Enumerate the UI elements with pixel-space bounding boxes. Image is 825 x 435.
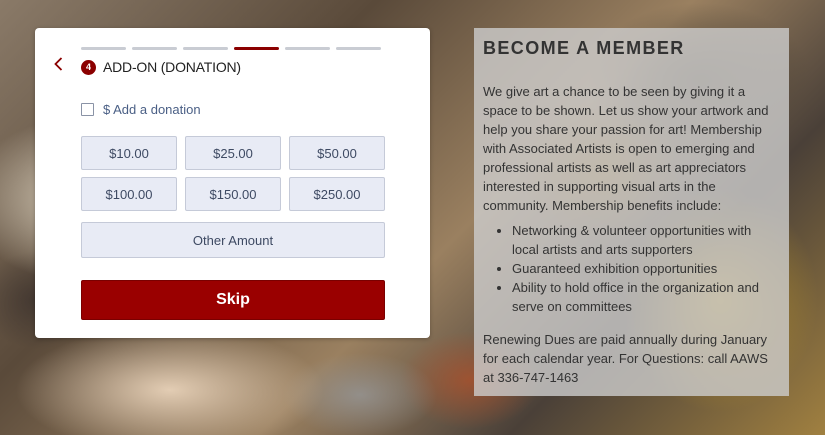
progress-segment-6 bbox=[336, 47, 381, 50]
add-donation-checkbox[interactable] bbox=[81, 103, 94, 116]
progress-segment-3 bbox=[183, 47, 228, 50]
chevron-left-icon bbox=[54, 57, 63, 71]
step-header: 4 ADD-ON (DONATION) bbox=[81, 59, 241, 75]
add-donation-option[interactable]: $ Add a donation bbox=[81, 102, 201, 117]
amount-button-250[interactable]: $250.00 bbox=[289, 177, 385, 211]
amount-button-50[interactable]: $50.00 bbox=[289, 136, 385, 170]
amount-button-150[interactable]: $150.00 bbox=[185, 177, 281, 211]
membership-info-panel: BECOME A MEMBER We give art a chance to … bbox=[474, 28, 789, 396]
amount-button-10[interactable]: $10.00 bbox=[81, 136, 177, 170]
membership-form-card: 4 ADD-ON (DONATION) $ Add a donation $10… bbox=[35, 28, 430, 338]
benefit-item: Guaranteed exhibition opportunities bbox=[512, 259, 780, 278]
benefit-item: Ability to hold office in the organizati… bbox=[512, 278, 780, 316]
benefit-item: Networking & volunteer opportunities wit… bbox=[512, 221, 780, 259]
amount-button-100[interactable]: $100.00 bbox=[81, 177, 177, 211]
add-donation-label: $ Add a donation bbox=[103, 102, 201, 117]
back-button[interactable] bbox=[51, 56, 67, 72]
progress-segment-2 bbox=[132, 47, 177, 50]
donation-amount-grid: $10.00 $25.00 $50.00 $100.00 $150.00 $25… bbox=[81, 136, 385, 211]
skip-button[interactable]: Skip bbox=[81, 280, 385, 320]
benefits-list: Networking & volunteer opportunities wit… bbox=[483, 221, 780, 316]
info-title: BECOME A MEMBER bbox=[483, 38, 685, 58]
progress-segment-5 bbox=[285, 47, 330, 50]
info-intro: We give art a chance to be seen by givin… bbox=[483, 84, 769, 213]
step-progress-bar bbox=[81, 47, 381, 50]
other-amount-button[interactable]: Other Amount bbox=[81, 222, 385, 258]
progress-segment-1 bbox=[81, 47, 126, 50]
step-number-badge: 4 bbox=[81, 59, 96, 75]
step-title: ADD-ON (DONATION) bbox=[103, 59, 241, 75]
amount-button-25[interactable]: $25.00 bbox=[185, 136, 281, 170]
info-footer: Renewing Dues are paid annually during J… bbox=[483, 332, 768, 385]
progress-segment-4 bbox=[234, 47, 279, 50]
